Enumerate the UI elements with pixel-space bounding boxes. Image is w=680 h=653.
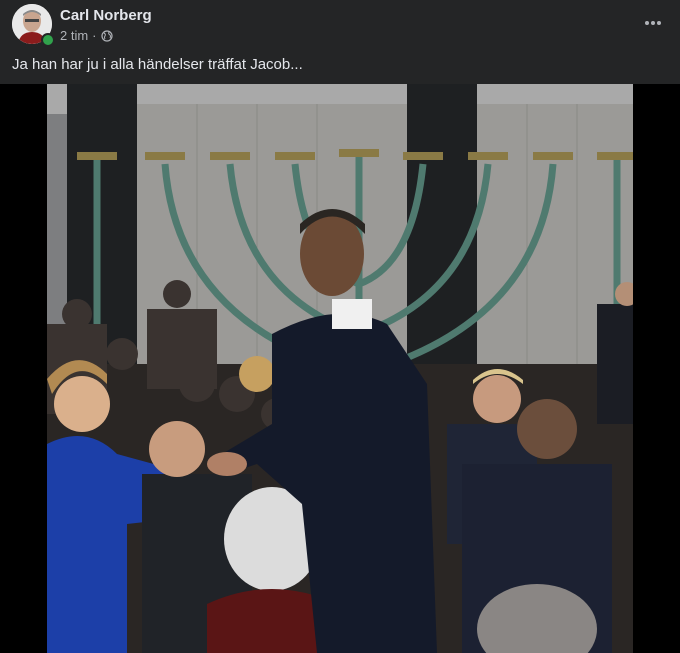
meta-separator: · bbox=[92, 28, 97, 43]
post-header: Carl Norberg 2 tim · bbox=[0, 0, 680, 48]
more-horizontal-icon bbox=[645, 21, 661, 25]
photo-image bbox=[47, 84, 633, 653]
author-name[interactable]: Carl Norberg bbox=[60, 7, 152, 24]
online-status-indicator bbox=[41, 33, 55, 47]
post-timestamp[interactable]: 2 tim bbox=[60, 28, 88, 43]
post-photo[interactable] bbox=[47, 84, 633, 653]
post-caption: Ja han har ju i alla händelser träffat J… bbox=[12, 56, 303, 73]
more-options-button[interactable] bbox=[640, 10, 666, 36]
facebook-post: Carl Norberg 2 tim · Ja han har ju i all… bbox=[0, 0, 680, 653]
post-meta: 2 tim · bbox=[60, 28, 113, 43]
post-photo-frame bbox=[0, 84, 680, 653]
globe-icon[interactable] bbox=[100, 29, 113, 42]
